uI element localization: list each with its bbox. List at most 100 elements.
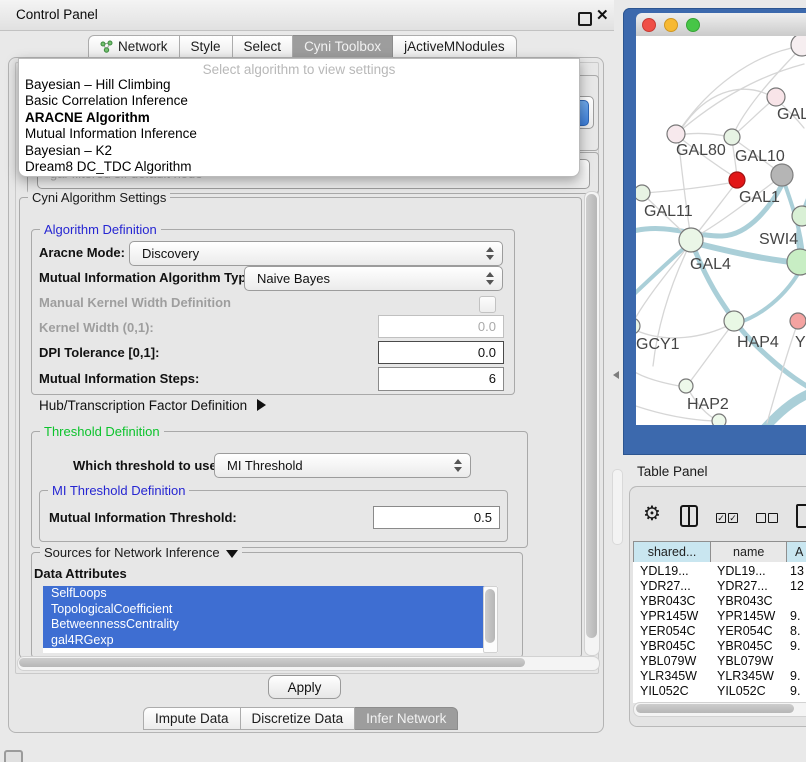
table-row[interactable]: YBR043CYBR043C xyxy=(633,594,806,609)
splitter-collapse-icon[interactable] xyxy=(613,371,619,379)
settings-horizontal-scrollbar-thumb[interactable] xyxy=(19,658,525,667)
apply-button[interactable]: Apply xyxy=(268,675,341,699)
network-node-gal10[interactable] xyxy=(724,129,740,145)
network-edge[interactable] xyxy=(694,183,736,237)
tab-label: Network xyxy=(118,36,168,57)
attribute-selfloops[interactable]: SelfLoops xyxy=(43,586,485,602)
network-edge[interactable] xyxy=(733,99,774,136)
network-node-swi4[interactable] xyxy=(792,206,806,226)
sources-title[interactable]: Sources for Network Inference xyxy=(40,545,242,560)
algorithm-option-bayesian-hill-climbing[interactable]: Bayesian – Hill Climbing xyxy=(19,77,579,93)
gear-icon[interactable]: ⚙ xyxy=(643,501,661,526)
table-row[interactable]: YER054CYER054C8. xyxy=(633,624,806,639)
page-icon[interactable] xyxy=(796,504,806,528)
network-node-gal1[interactable] xyxy=(729,172,745,188)
table-row[interactable]: YBL079WYBL079W xyxy=(633,654,806,669)
network-canvas[interactable]: GALGAL80GAL10GAL1GAL11SWI4GAL4GCY1HAP4YH… xyxy=(636,36,806,425)
network-node-gal11[interactable] xyxy=(636,185,650,201)
close-window-icon[interactable]: ✕ xyxy=(596,6,609,24)
attributes-list-scrollbar-thumb[interactable] xyxy=(485,589,495,643)
tab-cyni-toolbox[interactable]: Cyni Toolbox xyxy=(293,35,393,58)
network-node-node-top[interactable] xyxy=(791,36,806,56)
minimized-panel-icon[interactable] xyxy=(4,750,23,762)
screen: Control Panel ✕ Network Style Select Cyni T… xyxy=(0,0,806,762)
mi-threshold-field[interactable]: 0.5 xyxy=(373,506,500,529)
network-node-salmon[interactable] xyxy=(790,313,806,329)
table-row[interactable]: YPR145WYPR145W9. xyxy=(633,609,806,624)
table-cell: YDL19... xyxy=(633,564,711,579)
algorithm-option-dream8-dc-tdc-algorithm[interactable]: Dream8 DC_TDC Algorithm xyxy=(19,159,579,175)
tab-impute-data[interactable]: Impute Data xyxy=(143,707,241,730)
table-row[interactable]: YDR27...YDR27...12 xyxy=(633,579,806,594)
network-window: GALGAL80GAL10GAL1GAL11SWI4GAL4GCY1HAP4YH… xyxy=(623,8,806,455)
minimize-traffic-light-icon[interactable] xyxy=(664,18,678,32)
unchecked-checkbox-icon[interactable] xyxy=(768,513,778,523)
attribute-topologicalcoefficient[interactable]: TopologicalCoefficient xyxy=(43,602,485,618)
network-node-hap2[interactable] xyxy=(679,379,693,393)
mi-steps-field[interactable]: 6 xyxy=(378,367,504,391)
tab-discretize-data[interactable]: Discretize Data xyxy=(241,707,356,730)
table-horizontal-scrollbar-thumb[interactable] xyxy=(636,704,794,713)
control-panel-title: Control Panel xyxy=(16,7,98,22)
tab-jactivemnodules[interactable]: jActiveMNodules xyxy=(393,35,517,58)
network-edge[interactable] xyxy=(679,134,730,137)
aracne-mode-label: Aracne Mode: xyxy=(39,245,125,260)
data-attributes-list[interactable]: SelfLoopsTopologicalCoefficientBetweenne… xyxy=(43,586,498,653)
attribute-gal4rgexp[interactable]: gal4RGexp xyxy=(43,633,485,649)
tab-label: Select xyxy=(244,36,282,57)
node-label-gal10: GAL10 xyxy=(735,148,785,166)
network-node-gal2[interactable] xyxy=(767,88,785,106)
tab-select[interactable]: Select xyxy=(233,35,294,58)
column-header-name[interactable]: name xyxy=(711,542,787,562)
algorithm-option-mutual-information-inference[interactable]: Mutual Information Inference xyxy=(19,126,579,142)
table-row[interactable]: YIL052CYIL052C9. xyxy=(633,684,806,699)
algorithm-option-bayesian-k2[interactable]: Bayesian – K2 xyxy=(19,143,579,159)
table-row[interactable]: YDL19...YDL19...13 xyxy=(633,564,806,579)
table-cell: YER054C xyxy=(633,624,711,639)
dpi-tolerance-field[interactable]: 0.0 xyxy=(378,341,504,364)
aracne-mode-value: Discovery xyxy=(142,246,199,261)
network-node-gal4[interactable] xyxy=(679,228,703,252)
mi-type-value: Naive Bayes xyxy=(257,271,330,286)
tab-label: Discretize Data xyxy=(252,708,344,729)
network-node-gray-node[interactable] xyxy=(771,164,793,186)
float-window-icon[interactable] xyxy=(578,12,592,26)
network-edge[interactable] xyxy=(764,390,806,425)
split-columns-icon[interactable] xyxy=(680,505,698,527)
cyni-settings-title: Cyni Algorithm Settings xyxy=(28,190,170,205)
table-row[interactable]: YBR045CYBR045C9. xyxy=(633,639,806,654)
zoom-traffic-light-icon[interactable] xyxy=(686,18,700,32)
close-traffic-light-icon[interactable] xyxy=(642,18,656,32)
network-node-hap4[interactable] xyxy=(724,311,744,331)
kernel-width-field[interactable]: 0.0 xyxy=(378,315,504,338)
mi-type-select[interactable]: Naive Bayes xyxy=(244,266,503,291)
aracne-mode-select[interactable]: Discovery xyxy=(129,241,503,266)
tab-network[interactable]: Network xyxy=(88,35,180,58)
attribute-betweennesscentrality[interactable]: BetweennessCentrality xyxy=(43,617,485,633)
table-row[interactable]: YLR345WYLR345W9. xyxy=(633,669,806,684)
table-cell: 13 xyxy=(787,564,806,579)
network-edge[interactable] xyxy=(636,244,689,298)
network-window-titlebar[interactable] xyxy=(636,13,806,37)
network-edge[interactable] xyxy=(689,325,732,383)
network-edge[interactable] xyxy=(636,369,685,387)
node-label-hap4: HAP4 xyxy=(737,334,779,352)
algorithm-option-aracne-algorithm[interactable]: ARACNE Algorithm xyxy=(19,110,579,126)
settings-vertical-scrollbar-thumb[interactable] xyxy=(586,194,597,638)
network-node-bottom-node[interactable] xyxy=(712,414,726,425)
tab-infer-network[interactable]: Infer Network xyxy=(355,707,458,730)
network-edge[interactable] xyxy=(645,182,736,193)
column-header-a[interactable]: A xyxy=(787,542,806,562)
which-threshold-select[interactable]: MI Threshold xyxy=(214,453,471,478)
checked-checkbox-icon[interactable]: ✓ xyxy=(728,513,738,523)
column-header-shared[interactable]: shared... xyxy=(634,542,711,562)
algorithm-option-basic-correlation-inference[interactable]: Basic Correlation Inference xyxy=(19,93,579,109)
network-node-gal80[interactable] xyxy=(667,125,685,143)
table-cell: YBR045C xyxy=(711,639,787,654)
unchecked-checkbox-icon[interactable] xyxy=(756,513,766,523)
manual-kernel-checkbox[interactable] xyxy=(479,296,496,313)
checked-checkbox-icon[interactable]: ✓ xyxy=(716,513,726,523)
tab-style[interactable]: Style xyxy=(180,35,233,58)
hub-definition-toggle[interactable]: Hub/Transcription Factor Definition xyxy=(39,398,266,413)
network-node-green-right[interactable] xyxy=(787,249,806,275)
